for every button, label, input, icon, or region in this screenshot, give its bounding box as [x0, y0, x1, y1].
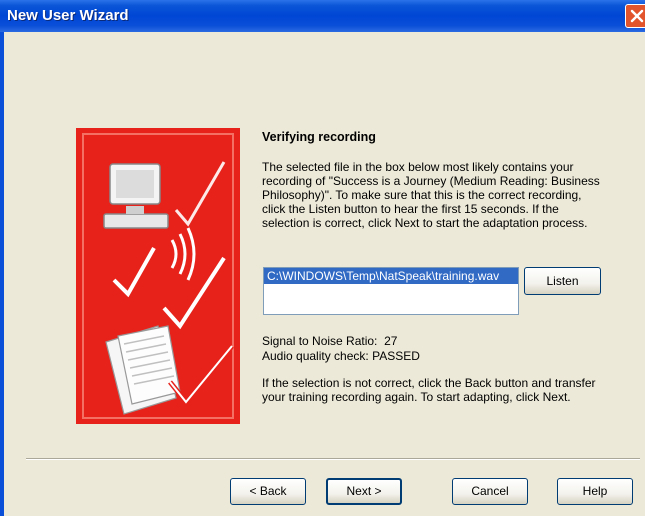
- signal-noise-ratio: Signal to Noise Ratio: 27: [262, 334, 397, 348]
- wizard-window: New User Wizard Verifying recording The …: [0, 0, 645, 516]
- next-button[interactable]: Next >: [326, 478, 402, 505]
- snr-value: 27: [384, 334, 398, 348]
- help-button[interactable]: Help: [557, 478, 633, 505]
- wizard-illustration: [76, 128, 240, 424]
- cancel-button[interactable]: Cancel: [452, 478, 528, 505]
- audio-check-value: PASSED: [372, 349, 420, 363]
- step-heading: Verifying recording: [262, 130, 376, 144]
- window-title: New User Wizard: [7, 7, 129, 24]
- back-button[interactable]: < Back: [230, 478, 306, 505]
- computer-icon: [103, 163, 169, 229]
- audio-check-label: Audio quality check:: [262, 349, 369, 363]
- close-button[interactable]: [625, 4, 645, 28]
- footer-instructions: If the selection is not correct, click t…: [262, 376, 596, 404]
- listen-button[interactable]: Listen: [524, 267, 601, 295]
- step-description: The selected file in the box below most …: [262, 160, 600, 230]
- divider: [26, 458, 640, 460]
- audio-quality-check: Audio quality check: PASSED: [262, 349, 420, 363]
- title-bar: New User Wizard: [0, 0, 645, 32]
- close-icon: [630, 9, 644, 23]
- list-item[interactable]: C:\WINDOWS\Temp\NatSpeak\training.wav: [264, 268, 518, 284]
- snr-label: Signal to Noise Ratio:: [262, 334, 378, 348]
- recording-file-list[interactable]: C:\WINDOWS\Temp\NatSpeak\training.wav: [263, 267, 519, 315]
